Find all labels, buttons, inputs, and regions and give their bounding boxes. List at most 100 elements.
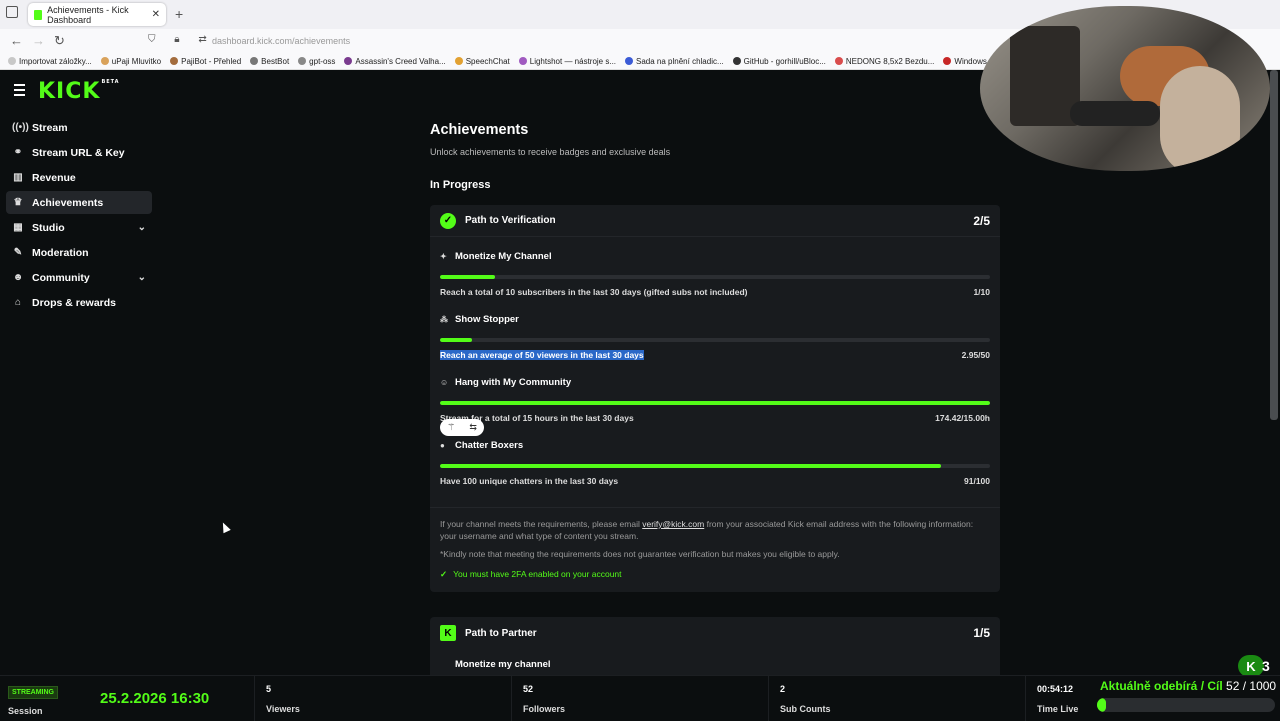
bookmark-label: gpt-oss — [309, 56, 336, 66]
sidebar-item-label: Studio — [32, 221, 65, 234]
bookmark-item[interactable]: uPaji Mluvitko — [100, 56, 162, 66]
sidebar-item-stream[interactable]: ((•)) Stream — [6, 116, 152, 139]
goal-value: 174.42/15.00h — [935, 413, 990, 423]
time-live-value: 00:54:12 — [1037, 684, 1074, 694]
sub-goal-bar — [1097, 698, 1275, 712]
sidebar-item-label: Achievements — [32, 196, 104, 209]
trophy-icon: ♛ — [13, 197, 23, 208]
bookmark-label: GitHub - gorhill/uBloc... — [743, 56, 826, 66]
goal-progress-bar — [440, 275, 990, 279]
sidebar-item-community[interactable]: ☻ Community ⌄ — [6, 266, 152, 289]
selection-toolbar[interactable]: ⚚ ⇆ — [440, 419, 484, 436]
goal-progress-fill — [440, 275, 495, 279]
verification-note: *Kindly note that meeting the requiremen… — [440, 549, 840, 559]
bookmark-favicon-icon — [100, 57, 109, 65]
bookmark-favicon-icon — [943, 57, 952, 65]
goal-progress-bar — [440, 338, 990, 342]
url-path: /achievements — [292, 36, 351, 46]
goal-progress-bar — [440, 401, 990, 405]
sidebar-item-drops-rewards[interactable]: ⌂ Drops & rewards — [6, 291, 152, 314]
subs-value: 2 — [780, 684, 786, 694]
goal-title: ✦ Monetize My Channel — [440, 251, 990, 262]
menu-icon[interactable] — [14, 84, 25, 99]
browser-tab[interactable]: Achievements - Kick Dashboard ✕ — [28, 3, 166, 26]
goal-name: Show Stopper — [455, 314, 519, 325]
bookmark-favicon-icon — [518, 57, 527, 65]
sidebar-item-stream-url-key[interactable]: ⚭ Stream URL & Key — [6, 141, 152, 164]
forward-icon[interactable]: → — [32, 33, 45, 48]
time-live-stat: 00:54:12 Time Live — [1025, 676, 1095, 721]
verification-info: If your channel meets the requirements, … — [430, 507, 1000, 592]
goal-icon: ⁂ — [440, 315, 448, 324]
goal-icon: ● — [440, 441, 445, 450]
stream-datetime: 25.2.2026 16:30 — [100, 690, 210, 707]
bookmark-label: uPaji Mluvitko — [111, 56, 162, 66]
new-tab-button[interactable]: + — [175, 6, 183, 22]
partner-card-header[interactable]: K Path to Partner 1/5 — [430, 617, 1000, 649]
verified-badge-icon: ✓ — [440, 212, 456, 229]
sidebar-item-moderation[interactable]: ✎ Moderation — [6, 241, 152, 264]
info-text-before: If your channel meets the requirements, … — [440, 519, 640, 529]
goal-title: ☺ Hang with My Community — [440, 377, 990, 388]
verification-card-header[interactable]: ✓ Path to Verification 2/5 — [430, 205, 1000, 237]
sidebar-item-achievements[interactable]: ♛ Achievements — [6, 191, 152, 214]
streaming-badge: STREAMING — [8, 686, 58, 699]
kick-sub-badge-icon: K — [1238, 655, 1264, 677]
address-bar[interactable]: dashboard.kick.com/achievements — [142, 31, 1012, 51]
link-icon: ⚭ — [13, 147, 23, 158]
bookmark-item[interactable]: Sada na plnění chladic... — [625, 57, 724, 66]
kick-logo[interactable]: KICKBETA — [38, 79, 120, 104]
goal-progress-bar — [440, 464, 990, 468]
scrollbar[interactable] — [1270, 70, 1278, 420]
grid-icon: ▦ — [13, 222, 23, 233]
tab-list-icon[interactable] — [6, 6, 18, 18]
shield-icon[interactable]: ⛉ 🔒︎ ⇄ — [148, 34, 215, 45]
back-icon[interactable]: ← — [10, 33, 23, 48]
bookmark-item[interactable]: NEDONG 8,5x2 Bezdu... — [834, 56, 935, 66]
bookmark-item[interactable]: gpt-oss — [298, 57, 335, 66]
verify-email-link[interactable]: verify@kick.com — [642, 519, 704, 529]
bookmark-item[interactable]: BestBot — [250, 57, 289, 66]
viewers-value: 5 — [266, 684, 272, 694]
bookmark-item[interactable]: GitHub - gorhill/uBloc... — [732, 56, 826, 66]
sidebar-item-revenue[interactable]: ▥ Revenue — [6, 166, 152, 189]
goal-list: ✦ Monetize My Channel Reach a total of 10 … — [430, 237, 1000, 507]
goal-value: 2.95/50 — [961, 350, 990, 360]
chevron-down-icon[interactable]: ⌄ — [138, 272, 146, 283]
chevron-down-icon[interactable]: ⌄ — [138, 222, 146, 233]
sidebar-item-label: Stream — [32, 121, 68, 134]
close-tab-icon[interactable]: ✕ — [152, 9, 160, 20]
goal-progress-fill — [440, 338, 473, 342]
bookmark-favicon-icon — [344, 57, 353, 65]
chart-icon: ▥ — [13, 172, 23, 183]
webcam-overlay — [980, 6, 1270, 171]
bookmark-item[interactable]: Assassin's Creed Valha... — [344, 56, 446, 66]
goal-description: Have 100 unique chatters in the last 30 … — [440, 476, 619, 486]
reload-icon[interactable]: ↻ — [54, 33, 65, 49]
2fa-text: You must have 2FA enabled on your accoun… — [453, 569, 622, 579]
gift-icon: ⌂ — [14, 297, 22, 308]
bookmark-label: Lightshot — nástroje s... — [529, 56, 617, 66]
translate-icon[interactable]: ⇆ — [469, 422, 477, 433]
bookmark-label: NEDONG 8,5x2 Bezdu... — [845, 56, 935, 66]
magic-wand-icon[interactable]: ⚚ — [447, 422, 455, 433]
goal-title: ● Chatter Boxers — [440, 440, 990, 451]
bookmark-item[interactable]: Importovat záložky... — [8, 57, 92, 66]
bookmark-label: PajiBot - Přehled — [181, 56, 242, 66]
bookmark-favicon-icon — [454, 57, 463, 65]
bookmark-item[interactable]: PajiBot - Přehled — [170, 57, 241, 66]
broadcast-icon: ((•)) — [12, 122, 29, 133]
sidebar-item-studio[interactable]: ▦ Studio ⌄ — [6, 216, 152, 239]
wrench-icon: ✎ — [13, 247, 23, 258]
bookmark-item[interactable]: Lightshot — nástroje s... — [518, 56, 617, 66]
bookmark-favicon-icon — [732, 57, 741, 65]
bookmark-label: Assassin's Creed Valha... — [355, 56, 446, 66]
bookmark-item[interactable]: SpeechChat — [454, 57, 510, 66]
goal-name: Hang with My Community — [455, 377, 572, 388]
users-icon: ☻ — [12, 272, 24, 283]
bookmark-favicon-icon — [170, 57, 179, 65]
kick-favicon-icon — [34, 9, 43, 20]
sub-badge-count: 3 — [1262, 658, 1270, 674]
mouse-cursor-icon — [219, 520, 231, 534]
sub-goal-label: Aktuálně odebírá / Cíl — [1100, 679, 1223, 693]
